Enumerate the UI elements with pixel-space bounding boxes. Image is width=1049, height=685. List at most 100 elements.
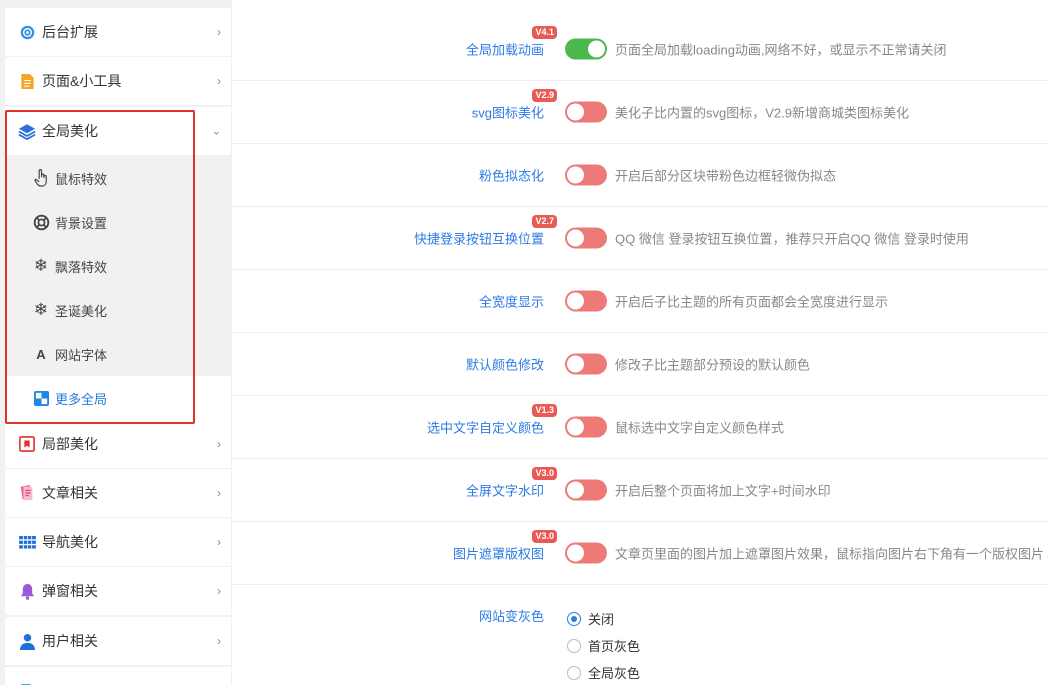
sidebar-item-popup-related[interactable]: 弹窗相关 › <box>5 567 231 615</box>
user-icon <box>18 632 36 650</box>
setting-description: QQ 微信 登录按钮互换位置，推荐只开启QQ 微信 登录时使用 <box>615 231 969 247</box>
radio-button[interactable] <box>567 611 581 626</box>
setting-description: 开启后子比主题的所有页面都会全宽度进行显示 <box>615 294 889 310</box>
toggle-knob <box>567 103 584 121</box>
version-badge: V1.3 <box>532 404 557 417</box>
setting-description: 修改子比主题部分预设的默认颜色 <box>615 357 811 373</box>
version-badge: V4.1 <box>532 26 557 39</box>
toggle-knob <box>567 355 584 373</box>
article-icon <box>18 484 36 502</box>
grid-icon <box>18 533 36 551</box>
toggle-switch[interactable] <box>565 38 607 60</box>
submenu-item-background-settings[interactable]: 背景设置 <box>5 200 231 244</box>
pointer-hand-icon <box>32 169 50 187</box>
toggle-knob <box>567 418 584 436</box>
layers-icon <box>18 122 36 140</box>
gray-mode-option[interactable]: 全局灰色 <box>567 663 640 682</box>
setting-row: 选中文字自定义颜色 V1.3 鼠标选中文字自定义颜色样式 <box>232 396 1049 459</box>
submenu-item-label: 网站字体 <box>55 347 108 363</box>
version-badge: V3.0 <box>532 530 557 543</box>
toggle-switch[interactable] <box>565 353 607 375</box>
sidebar-item-article-related[interactable]: 文章相关 › <box>5 469 231 517</box>
submenu-item-christmas-beautify[interactable]: ❄ 圣诞美化 <box>5 288 231 332</box>
radio-label: 全局灰色 <box>588 666 641 681</box>
chevron-right-icon: › <box>217 25 221 39</box>
submenu-item-more-global[interactable]: 更多全局 <box>5 376 231 420</box>
setting-label: svg图标美化 <box>471 105 544 121</box>
snowflake-icon: ❄ <box>33 256 49 275</box>
sidebar-item-global-beautify[interactable]: 全局美化 ⌄ <box>5 107 231 155</box>
setting-label: 全宽度显示 <box>478 294 544 310</box>
sidebar-item-label: 全局美化 <box>42 123 98 139</box>
setting-row: svg图标美化 V2.9 美化子比内置的svg图标，V2.9新增商城类图标美化 <box>232 81 1049 144</box>
setting-row: 快捷登录按钮互换位置 V2.7 QQ 微信 登录按钮互换位置，推荐只开启QQ 微信 … <box>232 207 1049 270</box>
submenu-item-site-font[interactable]: A 网站字体 <box>5 332 231 376</box>
chevron-right-icon: › <box>217 486 221 500</box>
setting-row: 全屏文字水印 V3.0 开启后整个页面将加上文字+时间水印 <box>232 459 1049 522</box>
sidebar-item-pages-widgets[interactable]: 页面&小工具 › <box>5 57 231 105</box>
version-badge: V2.9 <box>532 89 557 102</box>
gray-mode-option[interactable]: 关闭 <box>567 609 614 628</box>
sidebar-item-backend-extension[interactable]: 后台扩展 › <box>5 8 231 56</box>
radio-button[interactable] <box>567 665 581 680</box>
setting-row: 全局加载动画 V4.1 页面全局加载loading动画,网络不好，或显示不正常请关闭 <box>232 18 1049 81</box>
gear-icon <box>18 23 36 41</box>
sidebar-item-label: 弹窗相关 <box>42 583 98 599</box>
sidebar-item-label: 页面&小工具 <box>42 73 122 89</box>
toggle-knob <box>588 40 605 58</box>
chevron-right-icon: › <box>217 437 221 451</box>
sidebar-item-nav-beautify[interactable]: 导航美化 › <box>5 518 231 566</box>
toggle-knob <box>567 544 584 562</box>
setting-description: 页面全局加载loading动画,网络不好，或显示不正常请关闭 <box>615 42 947 58</box>
chevron-right-icon: › <box>217 74 221 88</box>
snowflake-icon: ❄ <box>33 300 49 319</box>
setting-description: 鼠标选中文字自定义颜色样式 <box>615 420 785 436</box>
squares-icon <box>32 389 50 407</box>
chevron-right-icon: › <box>217 634 221 648</box>
setting-label: 选中文字自定义颜色 <box>426 420 544 436</box>
setting-description: 美化子比内置的svg图标，V2.9新增商城类图标美化 <box>615 105 909 121</box>
bookmark-icon <box>18 435 36 453</box>
toggle-knob <box>567 292 584 310</box>
setting-row: 全宽度显示 开启后子比主题的所有页面都会全宽度进行显示 <box>232 270 1049 333</box>
document-icon <box>18 72 36 90</box>
toggle-switch[interactable] <box>565 290 607 312</box>
sidebar-item-local-beautify[interactable]: 局部美化 › <box>5 420 231 468</box>
toggle-switch[interactable] <box>565 164 607 186</box>
toggle-switch[interactable] <box>565 227 607 249</box>
chevron-down-icon: ⌄ <box>211 125 221 138</box>
submenu-item-label: 更多全局 <box>55 391 108 407</box>
setting-row: 图片遮罩版权图 V3.0 文章页里面的图片加上遮罩图片效果，鼠标指向图片右下角有一个… <box>232 522 1049 585</box>
sidebar-item-next[interactable] <box>5 667 231 685</box>
font-a-icon: A <box>36 346 46 362</box>
toggle-switch[interactable] <box>565 479 607 501</box>
sidebar-item-label: 局部美化 <box>42 436 98 452</box>
toggle-switch[interactable] <box>565 101 607 123</box>
setting-description: 文章页里面的图片加上遮罩图片效果，鼠标指向图片右下角有一个版权图片 <box>615 546 1045 562</box>
submenu-item-falling-effects[interactable]: ❄ 飘落特效 <box>5 244 231 288</box>
toggle-switch[interactable] <box>565 416 607 438</box>
sidebar-item-user-related[interactable]: 用户相关 › <box>5 617 231 665</box>
sidebar-item-label: 用户相关 <box>42 633 98 649</box>
setting-label: 粉色拟态化 <box>478 168 544 184</box>
sidebar: 后台扩展 › 页面&小工具 › 全局美化 ⌄ 鼠标特效 背景设置 ❄ 飘落特效 … <box>0 0 232 685</box>
chevron-right-icon: › <box>217 584 221 598</box>
radio-button[interactable] <box>567 638 581 653</box>
lifebuoy-icon <box>32 213 50 231</box>
toggle-switch[interactable] <box>565 542 607 564</box>
setting-description: 开启后部分区块带粉色边框轻微伪拟态 <box>615 168 837 184</box>
gray-mode-option[interactable]: 首页灰色 <box>567 636 640 655</box>
setting-row: 粉色拟态化 开启后部分区块带粉色边框轻微伪拟态 <box>232 144 1049 207</box>
setting-description: 开启后整个页面将加上文字+时间水印 <box>615 483 831 499</box>
sidebar-item-label: 后台扩展 <box>42 24 98 40</box>
submenu-item-mouse-effects[interactable]: 鼠标特效 <box>5 156 231 200</box>
setting-label: 全局加载动画 <box>465 42 544 58</box>
submenu-item-label: 飘落特效 <box>55 259 108 275</box>
sidebar-item-label: 文章相关 <box>42 485 98 501</box>
bell-icon <box>18 582 36 600</box>
setting-row: 默认颜色修改 修改子比主题部分预设的默认颜色 <box>232 333 1049 396</box>
setting-label: 图片遮罩版权图 <box>452 546 544 562</box>
version-badge: V3.0 <box>532 467 557 480</box>
toggle-knob <box>567 166 584 184</box>
submenu-item-label: 圣诞美化 <box>55 303 108 319</box>
